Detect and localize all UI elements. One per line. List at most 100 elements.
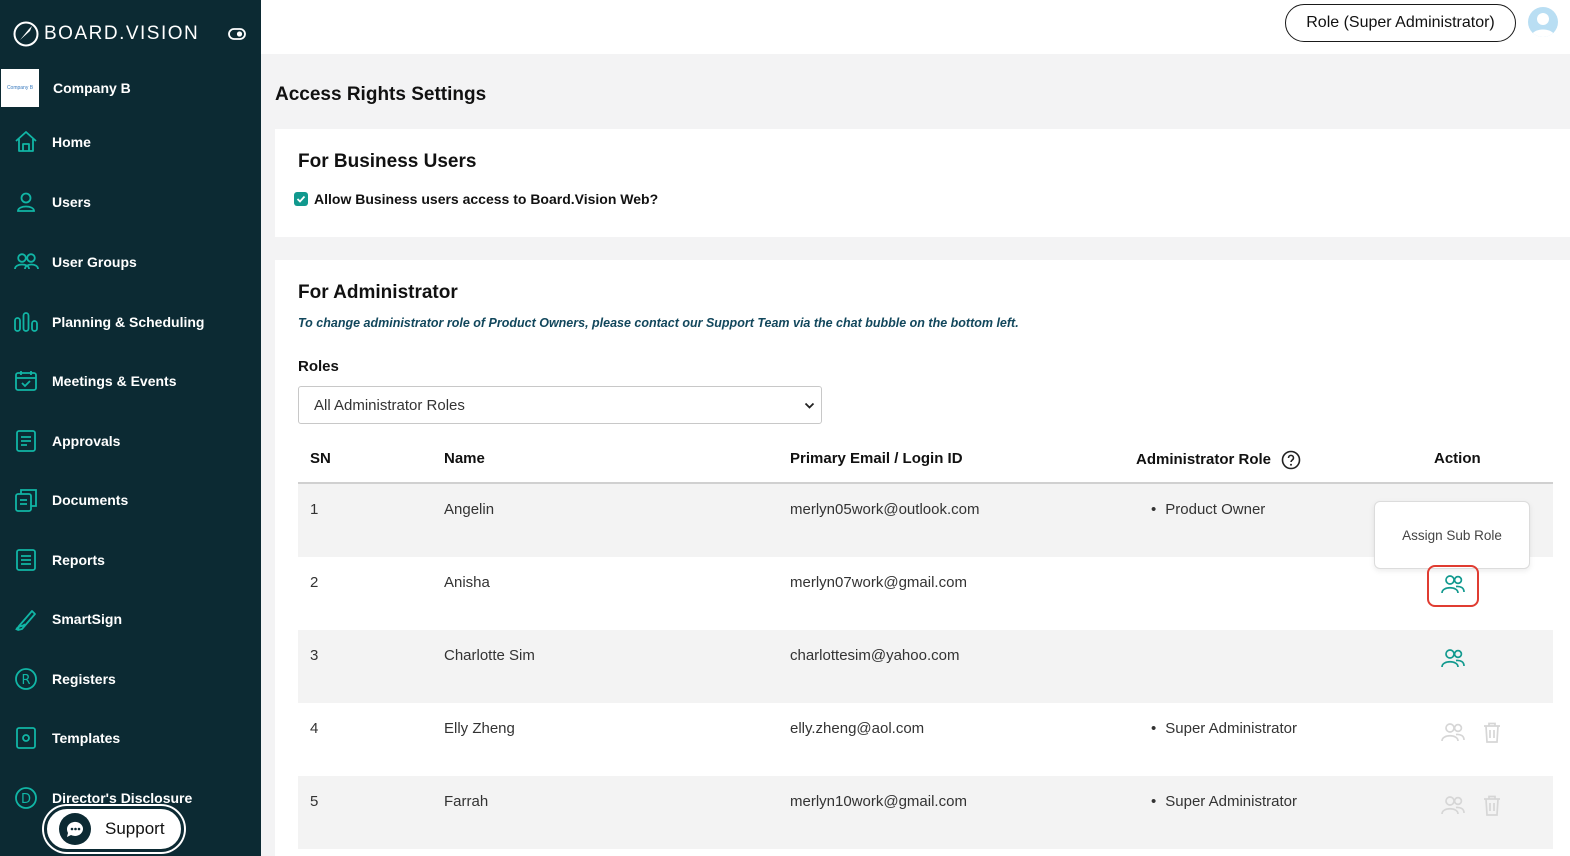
company-logo: Company B — [1, 69, 39, 107]
sidebar-item-label: User Groups — [52, 254, 137, 270]
sidebar-item-label: Home — [52, 134, 91, 150]
reports-icon — [16, 549, 36, 571]
col-header-email: Primary Email / Login ID — [790, 450, 963, 467]
sidebar-item-meetings[interactable]: Meetings & Events — [0, 361, 261, 401]
col-header-sn: SN — [310, 450, 331, 467]
company-switcher[interactable]: Company B Company B — [0, 68, 261, 108]
sidebar-item-smartsign[interactable]: SmartSign — [0, 599, 261, 639]
registered-icon: R — [15, 668, 37, 690]
chevron-down-icon — [804, 402, 815, 409]
disclosure-icon: D — [15, 787, 37, 809]
sidebar-item-label: SmartSign — [52, 611, 123, 627]
sidebar-item-label: Planning & Scheduling — [52, 314, 205, 330]
sidebar-item-planning[interactable]: Planning & Scheduling — [0, 302, 261, 342]
support-chat-button[interactable]: Support — [44, 806, 184, 852]
chat-bubble-icon — [59, 813, 91, 845]
documents-icon — [15, 489, 37, 512]
business-users-card — [275, 129, 1570, 237]
svg-text:R: R — [21, 673, 30, 688]
brand-logo-icon — [13, 21, 39, 47]
cell-email: charlottesim@yahoo.com — [790, 647, 960, 664]
calendar-icon — [15, 371, 37, 391]
cell-admin-role: Super Administrator — [1151, 720, 1297, 737]
cell-name: Farrah — [444, 793, 489, 810]
check-icon — [296, 195, 306, 203]
sidebar-item-label: Reports — [52, 552, 105, 568]
sidebar-item-label: Documents — [52, 492, 129, 508]
top-bar: Role (Super Administrator) — [261, 0, 1570, 54]
business-access-checkbox-row[interactable]: Allow Business users access to Board.Vis… — [294, 191, 658, 207]
brand-text: BOARD.VISION — [44, 23, 200, 44]
col-header-admin-role-label: Administrator Role — [1136, 450, 1272, 468]
business-access-checkbox[interactable] — [294, 192, 308, 206]
cell-name: Anisha — [444, 574, 490, 591]
assign-sub-role-tooltip: Assign Sub Role — [1374, 501, 1530, 569]
templates-icon — [16, 727, 36, 749]
cell-admin-role: Product Owner — [1151, 501, 1265, 518]
sidebar-item-templates[interactable]: Templates — [0, 718, 261, 758]
sidebar-item-home[interactable]: Home — [0, 122, 261, 162]
support-label: Support — [105, 819, 165, 838]
sidebar-item-label: Users — [52, 194, 91, 210]
cell-name: Charlotte Sim — [444, 647, 535, 664]
role-switcher-button[interactable]: Role (Super Administrator) — [1285, 4, 1516, 42]
sidebar: BOARD.VISION Company B Company B Home Us… — [0, 0, 261, 856]
table-row: 5 Farrah merlyn10work@gmail.com Super Ad… — [298, 776, 1553, 849]
avatar[interactable] — [1528, 7, 1558, 37]
col-header-name: Name — [444, 450, 485, 467]
cell-email: elly.zheng@aol.com — [790, 720, 925, 737]
sidebar-item-reports[interactable]: Reports — [0, 540, 261, 580]
business-users-heading: For Business Users — [298, 151, 477, 172]
roles-select-value: All Administrator Roles — [314, 396, 465, 414]
sidebar-item-users[interactable]: Users — [0, 182, 261, 222]
cell-sn: 3 — [310, 647, 319, 664]
business-access-label: Allow Business users access to Board.Vis… — [314, 191, 659, 207]
col-header-action: Action — [1434, 450, 1481, 467]
sidebar-item-approvals[interactable]: Approvals — [0, 421, 261, 461]
table-row: 1 Angelin merlyn05work@outlook.com Produ… — [298, 484, 1553, 557]
sidebar-item-label: Meetings & Events — [52, 373, 177, 389]
cell-name: Angelin — [444, 501, 495, 518]
sidebar-item-registers[interactable]: R Registers — [0, 659, 261, 699]
company-name: Company B — [53, 80, 131, 96]
trash-icon-disabled — [1484, 722, 1500, 743]
user-icon — [17, 192, 35, 212]
cell-admin-role: Super Administrator — [1151, 793, 1297, 810]
svg-text:D: D — [21, 792, 31, 807]
sidebar-item-label: Registers — [52, 671, 116, 687]
table-row: 3 Charlotte Sim charlottesim@yahoo.com — [298, 630, 1553, 703]
pen-icon — [15, 610, 36, 631]
assign-sub-role-icon-disabled — [1441, 796, 1465, 815]
sidebar-toggle-icon[interactable] — [228, 27, 246, 41]
sidebar-item-user-groups[interactable]: User Groups — [0, 242, 261, 282]
sidebar-item-label: Director's Disclosure — [52, 790, 193, 806]
sidebar-item-label: Templates — [52, 730, 121, 746]
administrator-heading: For Administrator — [298, 282, 458, 303]
planning-icon — [14, 312, 38, 332]
cell-name: Elly Zheng — [444, 720, 515, 737]
cell-email: merlyn07work@gmail.com — [790, 574, 967, 591]
cell-email: merlyn05work@outlook.com — [790, 501, 980, 518]
assign-sub-role-icon[interactable] — [1440, 647, 1466, 669]
table-row: 2 Anisha merlyn07work@gmail.com — [298, 557, 1553, 630]
sidebar-item-label: Approvals — [52, 433, 121, 449]
cell-email: merlyn10work@gmail.com — [790, 793, 967, 810]
roles-select[interactable]: All Administrator Roles — [298, 386, 822, 424]
cell-sn: 4 — [310, 720, 319, 737]
col-header-admin-role: Administrator Role — [1136, 450, 1301, 470]
cell-sn: 2 — [310, 574, 319, 591]
user-groups-icon — [14, 253, 39, 270]
avatar-user-icon — [1531, 13, 1555, 37]
help-icon[interactable] — [1281, 450, 1301, 470]
roles-label: Roles — [298, 358, 339, 375]
assign-sub-role-icon-disabled — [1441, 723, 1465, 742]
cell-sn: 5 — [310, 793, 319, 810]
table-row: 4 Elly Zheng elly.zheng@aol.com Super Ad… — [298, 703, 1553, 776]
brand[interactable]: BOARD.VISION — [12, 18, 199, 50]
sidebar-item-documents[interactable]: Documents — [0, 480, 261, 520]
trash-icon-disabled — [1484, 795, 1500, 816]
page-title: Access Rights Settings — [275, 84, 487, 105]
home-icon — [15, 131, 37, 152]
administrator-note: To change administrator role of Product … — [298, 316, 1019, 330]
highlight-box — [1427, 565, 1479, 607]
